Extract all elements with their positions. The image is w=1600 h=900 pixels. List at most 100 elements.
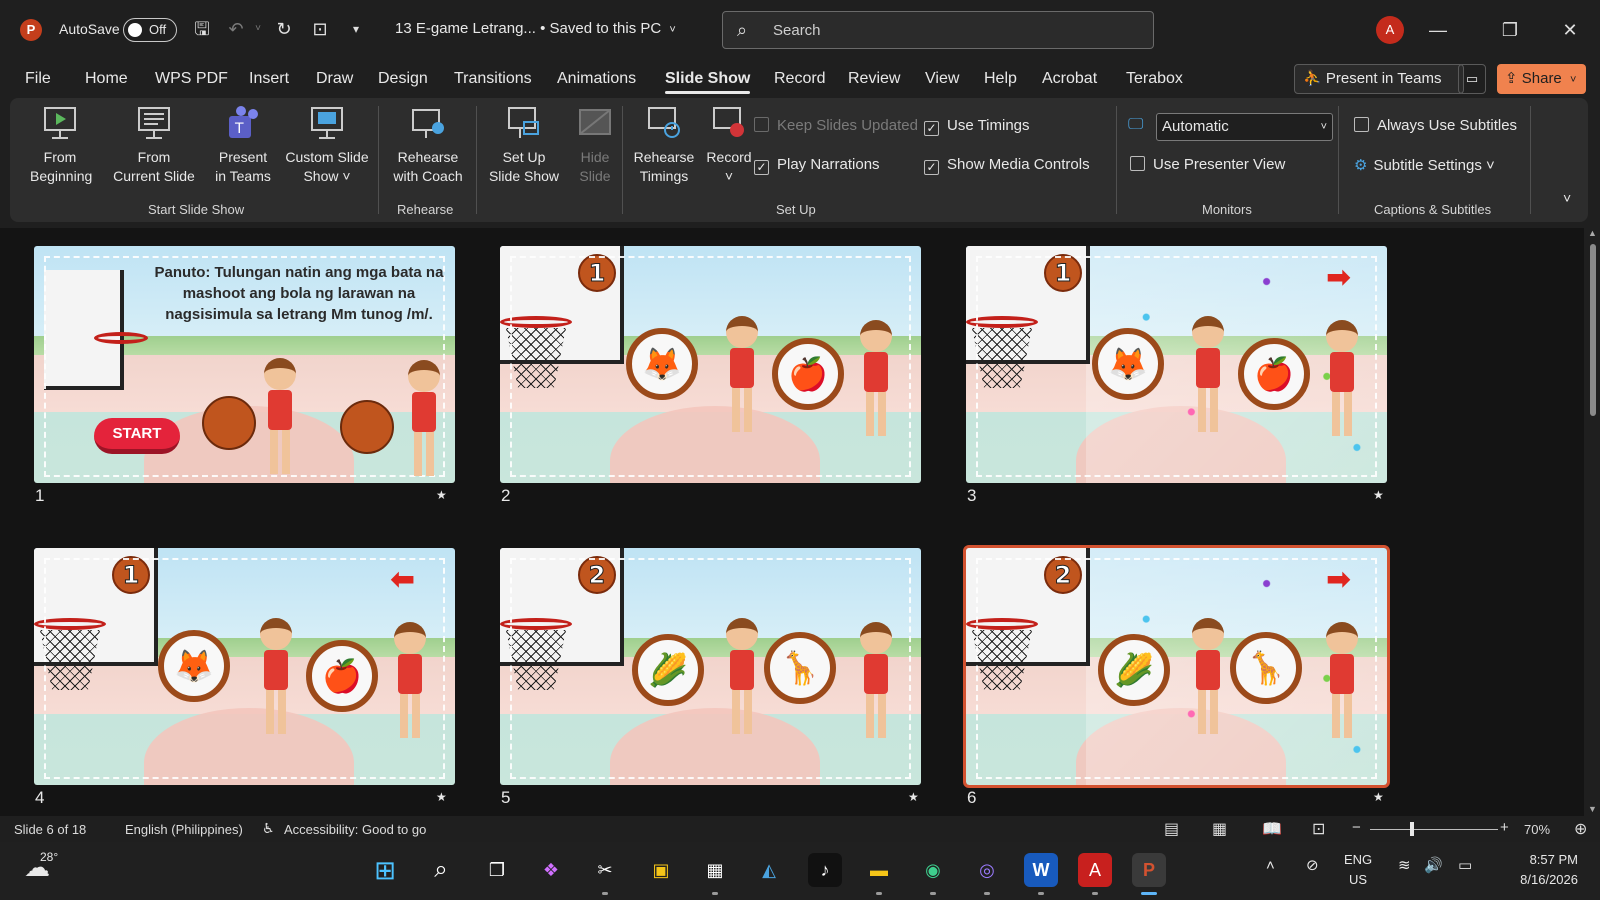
undo-dropdown-icon[interactable]: ˅ — [246, 17, 270, 41]
custom-slide-show-button[interactable]: Custom Slide Show ˅ — [280, 104, 374, 186]
girl-player-illustration — [404, 360, 444, 480]
tab-file[interactable]: File — [25, 70, 51, 88]
zoom-slider[interactable] — [1370, 829, 1498, 830]
tab-design[interactable]: Design — [378, 70, 428, 88]
task-view-icon[interactable]: ❐ — [480, 853, 514, 887]
tab-record[interactable]: Record — [774, 70, 826, 88]
customize-toolbar-icon[interactable]: ▾ — [344, 17, 368, 41]
rehearse-coach-line1: Rehearse — [397, 149, 459, 165]
record-button[interactable]: Record ˅ — [704, 104, 754, 186]
save-icon[interactable]: 🖫 — [190, 17, 214, 41]
collapse-ribbon-icon[interactable]: ˅ — [1563, 190, 1571, 206]
comments-icon[interactable]: ▭ — [1458, 64, 1486, 94]
share-button[interactable]: ⇪ Share ˅ — [1497, 64, 1586, 94]
zoom-in-icon[interactable]: + — [1500, 819, 1509, 836]
tab-wps-pdf[interactable]: WPS PDF — [155, 70, 228, 88]
slideshow-view-icon[interactable]: ⊡ — [1312, 819, 1325, 839]
slide-thumbnail-5[interactable]: 2 🌽 🦒 — [500, 548, 921, 785]
volume-icon[interactable]: 🔊 — [1424, 856, 1443, 876]
redo-icon[interactable]: ↻ — [272, 17, 296, 41]
slide-thumbnail-6[interactable]: 2 ➡ 🌽 🦒 — [963, 545, 1390, 788]
file-explorer-icon[interactable]: ▬ — [862, 853, 896, 887]
rehearse-with-coach-button[interactable]: Rehearse with Coach — [386, 104, 470, 186]
clipchamp-icon[interactable]: ◎ — [970, 853, 1004, 887]
checkmark-icon: ✓ — [754, 160, 769, 175]
minimize-icon[interactable]: — — [1424, 16, 1452, 44]
set-up-slide-show-button[interactable]: Set Up Slide Show — [484, 104, 564, 186]
tab-animations[interactable]: Animations — [557, 70, 636, 88]
tab-view[interactable]: View — [925, 70, 959, 88]
tab-insert[interactable]: Insert — [249, 70, 289, 88]
avatar[interactable]: A — [1376, 16, 1404, 44]
acrobat-icon[interactable]: A — [1078, 853, 1112, 887]
document-title[interactable]: 13 E-game Letrang... • Saved to this PC … — [395, 20, 676, 37]
show-hidden-icons-icon[interactable]: ˄ — [1266, 856, 1275, 876]
slide-thumbnail-1[interactable]: Panuto: Tulungan natin ang mga bata na m… — [34, 246, 455, 483]
tab-help[interactable]: Help — [984, 70, 1017, 88]
scroll-down-icon[interactable]: ▼ — [1588, 804, 1597, 814]
zoom-level[interactable]: 70% — [1524, 822, 1550, 837]
subtitle-settings-button[interactable]: ⚙ Subtitle Settings ˅ — [1354, 156, 1495, 174]
present-from-start-icon[interactable]: ⊡ — [308, 17, 332, 41]
fit-to-window-icon[interactable]: ⊕ — [1574, 819, 1587, 839]
scrollbar-thumb[interactable] — [1590, 244, 1596, 416]
tab-home[interactable]: Home — [85, 70, 128, 88]
use-presenter-view-checkbox[interactable]: Use Presenter View — [1130, 156, 1285, 173]
reading-view-icon[interactable]: 📖 — [1262, 819, 1282, 839]
tab-acrobat[interactable]: Acrobat — [1042, 70, 1097, 88]
search-icon[interactable]: ⌕ — [424, 853, 458, 887]
tab-terabox[interactable]: Terabox — [1126, 70, 1183, 88]
tab-draw[interactable]: Draw — [316, 70, 353, 88]
from-beginning-button[interactable]: From Beginning — [30, 104, 93, 186]
always-use-subtitles-checkbox[interactable]: Always Use Subtitles — [1354, 117, 1517, 134]
accessibility-status[interactable]: Accessibility: Good to go — [284, 822, 426, 837]
battery-icon[interactable]: ▭ — [1458, 856, 1472, 876]
copilot-icon[interactable]: ❖ — [534, 853, 568, 887]
monitor-select[interactable]: Automatic ˅ — [1156, 113, 1333, 141]
slide-sorter-view-icon[interactable]: ▦ — [1212, 819, 1227, 839]
restore-icon[interactable]: ❐ — [1496, 16, 1524, 44]
zoom-out-icon[interactable]: − — [1352, 819, 1361, 836]
close-icon[interactable]: ✕ — [1556, 16, 1584, 44]
language-indicator[interactable]: English (Philippines) — [125, 822, 243, 837]
vertical-scrollbar[interactable]: ▲ ▼ — [1586, 228, 1600, 816]
edge-icon[interactable]: ◉ — [916, 853, 950, 887]
snipping-tool-icon[interactable]: ✂ — [588, 853, 622, 887]
clock[interactable]: 8:57 PM 8/16/2026 — [1500, 850, 1578, 890]
play-narrations-checkbox[interactable]: ✓ Play Narrations — [754, 156, 880, 175]
hide-slide-button[interactable]: Hide Slide — [572, 104, 618, 186]
wifi-icon[interactable]: ≋ — [1398, 856, 1411, 876]
setup-show-line1: Set Up — [502, 149, 546, 165]
photos-icon[interactable]: ◭ — [752, 853, 786, 887]
rehearse-timings-button[interactable]: Rehearse Timings — [628, 104, 700, 186]
search-box[interactable]: ⌕ Search — [722, 11, 1154, 49]
accessibility-icon[interactable]: ♿ — [262, 820, 275, 837]
microsoft-store-icon[interactable]: ▣ — [644, 853, 678, 887]
present-in-teams-button[interactable]: ⛹ Present in Teams — [1294, 64, 1464, 94]
slide-thumbnail-3[interactable]: 1 ➡ 🦊 🍎 — [966, 246, 1387, 483]
network-off-icon[interactable]: ⊘ — [1306, 856, 1319, 876]
scroll-up-icon[interactable]: ▲ — [1588, 228, 1597, 238]
normal-view-icon[interactable]: ▤ — [1164, 819, 1179, 839]
word-icon[interactable]: W — [1024, 853, 1058, 887]
autosave-toggle[interactable]: Off — [123, 18, 177, 42]
slide-thumbnail-2[interactable]: 1 🦊 🍎 — [500, 246, 921, 483]
calculator-icon[interactable]: ▦ — [698, 853, 732, 887]
input-language[interactable]: ENG US — [1344, 850, 1372, 890]
tab-transitions[interactable]: Transitions — [454, 70, 532, 88]
temperature: 28° — [40, 850, 59, 864]
start-icon[interactable]: ⊞ — [368, 853, 402, 887]
tab-review[interactable]: Review — [848, 70, 900, 88]
undo-icon[interactable]: ↶ — [224, 17, 248, 41]
zoom-slider-thumb[interactable] — [1410, 822, 1414, 836]
present-in-teams-ribbon-button[interactable]: T Present in Teams — [210, 104, 276, 186]
keep-slides-updated-checkbox[interactable]: Keep Slides Updated — [754, 117, 918, 134]
tiktok-icon[interactable]: ♪ — [808, 853, 842, 887]
tab-slide-show[interactable]: Slide Show — [665, 70, 751, 94]
powerpoint-icon[interactable]: P — [1132, 853, 1166, 887]
use-timings-checkbox[interactable]: ✓ Use Timings — [924, 117, 1030, 136]
from-beginning-line2: Beginning — [30, 168, 93, 184]
from-current-slide-button[interactable]: From Current Slide — [102, 104, 206, 186]
show-media-controls-checkbox[interactable]: ✓ Show Media Controls — [924, 156, 1090, 175]
slide-thumbnail-4[interactable]: 1 ⬅ 🦊 🍎 — [34, 548, 455, 785]
